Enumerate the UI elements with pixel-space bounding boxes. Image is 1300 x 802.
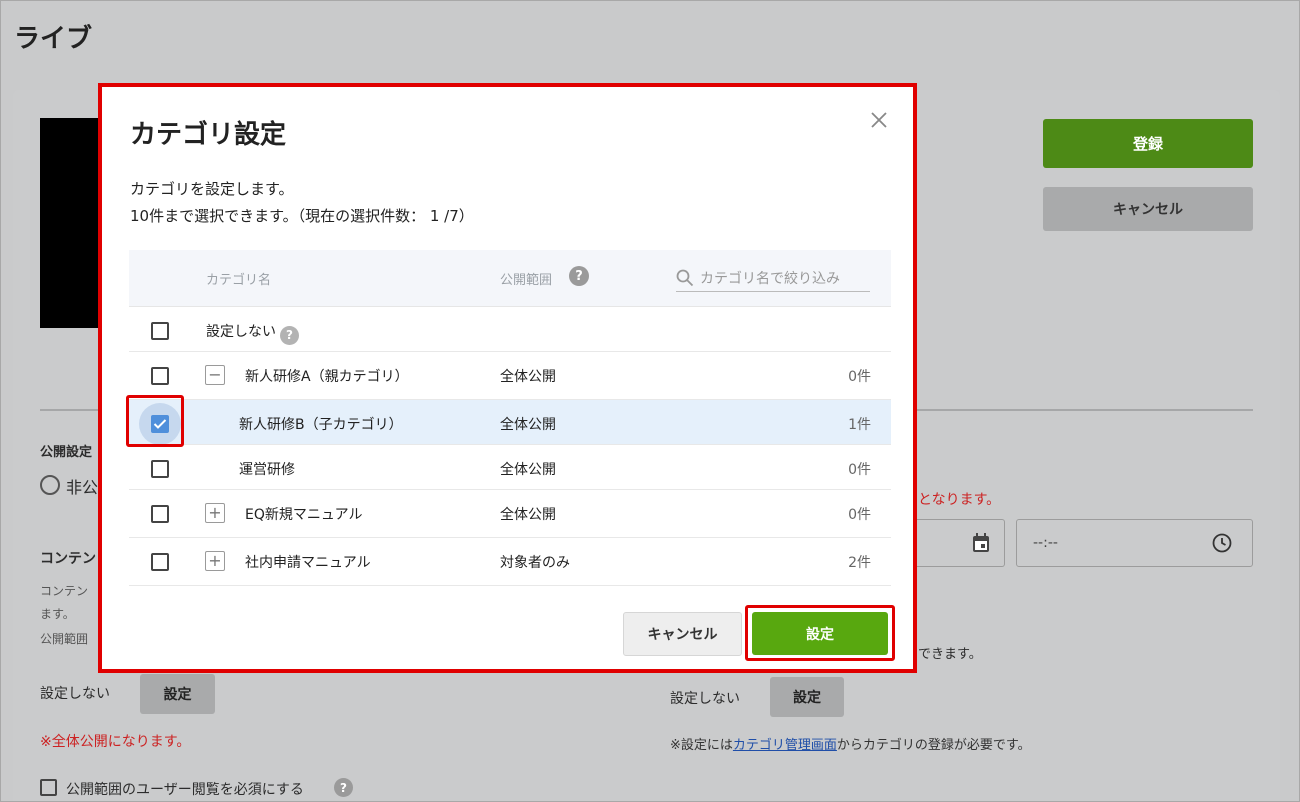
row-checkbox[interactable] (151, 505, 169, 523)
dialog-cancel-button[interactable]: キャンセル (623, 612, 742, 656)
content-note: ます。 (40, 607, 75, 621)
search-icon (676, 269, 694, 286)
clock-icon (1212, 533, 1232, 553)
category-management-link[interactable]: カテゴリ管理画面 (733, 738, 837, 753)
item-count: 1件 (848, 417, 871, 433)
table-row[interactable]: 新人研修B（子カテゴリ） 全体公開 1件 (126, 395, 891, 447)
category-settings-dialog: カテゴリ設定 カテゴリを設定します。 10件まで選択できます。（現在の選択件数：… (98, 83, 917, 673)
expand-icon[interactable]: + (205, 551, 225, 571)
column-publish-range: 公開範囲 (500, 273, 553, 288)
dialog-title: カテゴリ設定 (130, 120, 287, 150)
dialog-submit-button[interactable]: 設定 (752, 612, 888, 655)
page-title: ライブ (14, 24, 93, 54)
category-table: カテゴリ名 公開範囲 ? カテゴリ名で絞り込み 設定しない? − 新人研修A（親… (126, 250, 891, 586)
row-checkbox[interactable] (151, 553, 169, 571)
highlight-box (126, 395, 184, 447)
row-checkbox[interactable] (151, 367, 169, 385)
category-note: できます。 (918, 647, 982, 662)
publish-setting-label: 公開設定 (40, 445, 93, 460)
category-name: 新人研修A（親カテゴリ） (245, 369, 409, 385)
category-name: 設定しない (206, 324, 276, 340)
help-icon[interactable]: ? (280, 325, 299, 345)
content-note: 公開範囲 (40, 632, 89, 646)
time-value: --:-- (1033, 535, 1058, 551)
category-set-button[interactable]: 設定 (770, 677, 844, 717)
table-row[interactable]: − 新人研修A（親カテゴリ） 全体公開 0件 (129, 352, 891, 400)
time-input[interactable]: --:-- (1016, 519, 1253, 567)
category-value-right: 設定しない (670, 691, 740, 707)
item-count: 0件 (848, 507, 871, 523)
publish-range: 全体公開 (500, 417, 556, 433)
row-checkbox[interactable] (151, 322, 169, 340)
public-warning: ※全体公開になります。 (40, 734, 191, 750)
publish-range: 全体公開 (500, 369, 556, 385)
register-button[interactable]: 登録 (1043, 119, 1253, 168)
category-name: 社内申請マニュアル (245, 555, 371, 571)
help-icon[interactable]: ? (569, 266, 589, 286)
row-checkbox[interactable] (151, 460, 169, 478)
table-row[interactable]: + 社内申請マニュアル 対象者のみ 2件 (129, 538, 891, 586)
page-cancel-button[interactable]: キャンセル (1043, 187, 1253, 231)
table-row[interactable]: + EQ新規マニュアル 全体公開 0件 (129, 490, 891, 538)
category-name: 新人研修B（子カテゴリ） (239, 417, 403, 433)
date-input[interactable] (915, 519, 1005, 567)
private-radio[interactable] (40, 475, 60, 495)
category-name: EQ新規マニュアル (245, 507, 363, 523)
search-placeholder: カテゴリ名で絞り込み (700, 270, 840, 287)
column-category-name: カテゴリ名 (206, 273, 272, 288)
category-search-input[interactable]: カテゴリ名で絞り込み (676, 264, 870, 292)
collapse-icon[interactable]: − (205, 365, 225, 385)
item-count: 0件 (848, 462, 871, 478)
category-registration-note: ※設定にはカテゴリ管理画面からカテゴリの登録が必要です。 (670, 738, 1031, 753)
table-header: カテゴリ名 公開範囲 ? カテゴリ名で絞り込み (129, 250, 891, 307)
publish-range: 対象者のみ (500, 555, 570, 571)
publish-range: 全体公開 (500, 507, 556, 523)
category-name: 運営研修 (239, 462, 295, 478)
help-icon[interactable]: ? (334, 778, 353, 797)
close-icon[interactable] (868, 109, 890, 131)
range-set-button[interactable]: 設定 (140, 674, 215, 714)
item-count: 2件 (848, 555, 871, 571)
range-value-left: 設定しない (40, 686, 110, 702)
item-count: 0件 (848, 369, 871, 385)
selection-count-text: 10件まで選択できます。（現在の選択件数： 1 /7） (130, 207, 474, 225)
calendar-icon (973, 533, 989, 552)
expand-icon[interactable]: + (205, 503, 225, 523)
dialog-description: カテゴリを設定します。 (130, 180, 294, 198)
table-row[interactable]: 設定しない? (129, 307, 891, 352)
required-view-label: 公開範囲のユーザー閲覧を必須にする (66, 782, 304, 798)
content-heading: コンテン (40, 551, 96, 567)
publish-range: 全体公開 (500, 462, 556, 478)
content-note: コンテン (40, 584, 89, 598)
table-row[interactable]: 運営研修 全体公開 0件 (129, 445, 891, 490)
required-view-checkbox[interactable] (40, 779, 57, 796)
schedule-warning: となります。 (918, 492, 1001, 508)
private-radio-label: 非公 (66, 478, 99, 497)
